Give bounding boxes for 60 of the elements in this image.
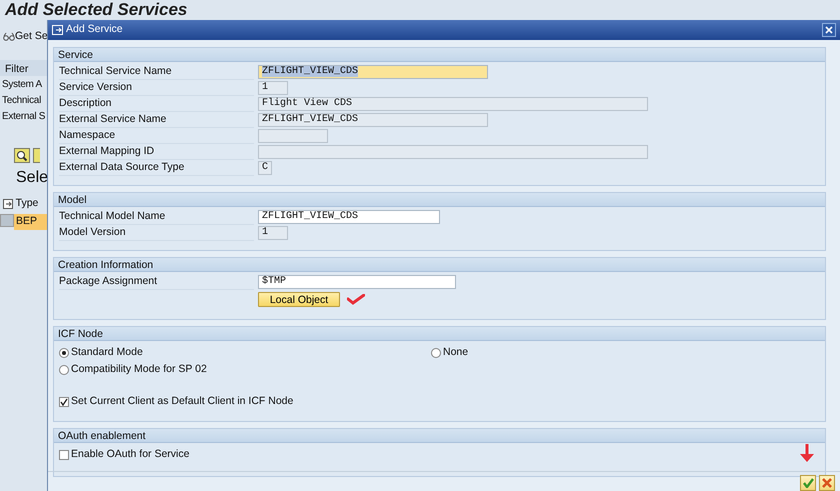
checkbox-label: Set Current Client as Default Client in ICF Node [71,394,294,409]
option-label: Compatibility Mode for SP 02 [71,362,207,377]
field-label: Technical Model Name [59,208,166,224]
glasses-icon [3,32,15,42]
field-label: External Mapping ID [59,144,156,159]
option-label: None [443,344,468,360]
checkbox[interactable] [59,396,69,406]
input-field[interactable] [258,145,648,159]
input-field[interactable]: ZFLIGHT_VIEW_CDS [258,113,488,127]
close-button[interactable] [822,23,836,37]
local-object-button[interactable]: Local Object [258,292,340,307]
filter-row[interactable]: System A [2,77,42,92]
input-field[interactable]: Flight View CDS [258,97,648,111]
radio-button[interactable] [59,348,69,358]
field-label: External Service Name [59,112,168,127]
arrow-annotation [798,443,816,463]
field-label: External Data Source Type [59,160,186,175]
column-header: Type [16,196,38,211]
column-settings-icon[interactable] [3,198,13,209]
input-field[interactable]: 1 [258,81,288,95]
toolbar-icon[interactable] [32,148,40,163]
field-label: Package Assignment [59,274,158,289]
cancel-button[interactable] [819,475,835,491]
search-icon[interactable] [14,148,30,163]
input-field[interactable]: ZFLIGHT_VIEW_CDS [258,65,488,79]
toolbar-button[interactable]: Get Se [15,29,48,45]
input-field[interactable] [258,129,328,143]
field-label: Model Version [59,224,127,240]
group-title: Model [58,194,87,205]
filter-header: Filter [5,62,28,77]
input-field[interactable]: 1 [258,226,288,240]
field-label: Technical Service Name [59,64,173,79]
confirm-button[interactable] [800,475,816,491]
window-icon [52,25,63,35]
checkmark-annotation [347,294,365,305]
filter-row[interactable]: External S [2,109,46,124]
checkbox-label: Enable OAuth for Service [71,446,190,462]
close-icon [825,26,833,34]
input-field[interactable]: $TMP [258,275,456,289]
field-label: Description [59,96,113,111]
input-field[interactable]: C [258,161,272,175]
radio-button[interactable] [59,364,69,374]
window-title: Add Service [66,22,123,38]
checkbox[interactable] [59,450,69,460]
field-label: Namespace [59,128,116,143]
field-label: Service Version [59,80,133,95]
checkmark-icon [802,478,814,488]
row-selector[interactable] [0,214,14,227]
table-cell: BEP [14,214,47,230]
group-title: ICF Node [58,328,103,339]
page-title: Add Selected Services [4,0,188,20]
group-title: OAuth enablement [58,430,146,441]
group-title: Service [58,49,94,60]
option-label: Standard Mode [71,344,143,360]
radio-button[interactable] [431,348,441,358]
group-title: Creation Information [58,259,154,270]
section-title: Sele [16,168,48,188]
filter-row[interactable]: Technical [2,93,41,108]
input-field[interactable]: ZFLIGHT_VIEW_CDS [258,210,440,224]
cross-icon [822,478,832,488]
